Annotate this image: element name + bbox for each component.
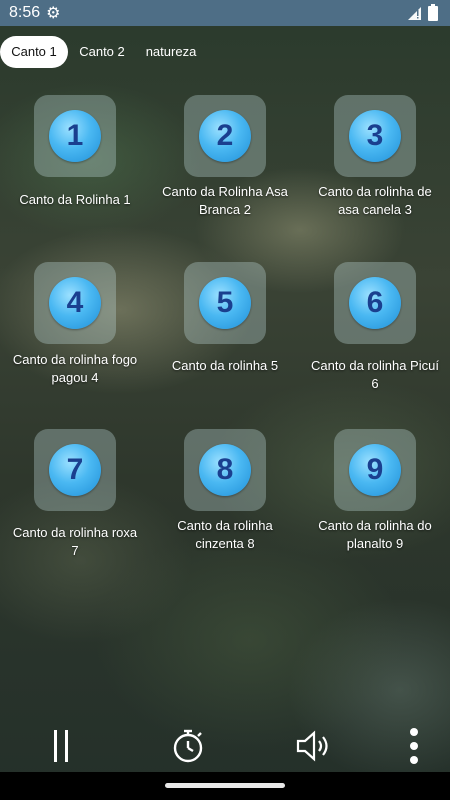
system-nav-bar <box>0 772 450 800</box>
volume-icon <box>296 730 328 762</box>
sound-tile[interactable]: 8 <box>184 429 266 511</box>
volume-button[interactable] <box>288 720 340 772</box>
timer-icon <box>173 729 203 763</box>
sound-label: Canto da rolinha de asa canela 3 <box>318 184 432 217</box>
sound-label: Canto da Rolinha 1 <box>19 192 131 207</box>
sound-item-7[interactable]: 7 Canto da rolinha roxa 7 <box>0 429 150 579</box>
sound-item-6[interactable]: 6 Canto da rolinha Picuí 6 <box>300 262 450 412</box>
playback-controls <box>0 720 450 772</box>
sound-item-1[interactable]: 1 Canto da Rolinha 1 <box>0 95 150 245</box>
sound-grid: 1 Canto da Rolinha 1 2 Canto da Rolinha … <box>0 0 450 720</box>
sound-tile[interactable]: 9 <box>334 429 416 511</box>
number-badge: 3 <box>349 110 401 162</box>
sound-label: Canto da rolinha do planalto 9 <box>318 518 432 551</box>
number-badge: 2 <box>199 110 251 162</box>
sound-tile[interactable]: 2 <box>184 95 266 177</box>
sound-tile[interactable]: 7 <box>34 429 116 511</box>
number-badge: 7 <box>49 444 101 496</box>
sound-tile[interactable]: 1 <box>34 95 116 177</box>
sound-item-2[interactable]: 2 Canto da Rolinha Asa Branca 2 <box>150 95 300 245</box>
sound-label: Canto da rolinha 5 <box>171 358 279 373</box>
sound-tile[interactable]: 3 <box>334 95 416 177</box>
home-gesture-pill[interactable] <box>165 783 285 788</box>
number-badge: 9 <box>349 444 401 496</box>
sound-item-4[interactable]: 4 Canto da rolinha fogo pagou 4 <box>0 262 150 412</box>
sound-item-9[interactable]: 9 Canto da rolinha do planalto 9 <box>300 429 450 579</box>
sound-label: Canto da rolinha roxa 7 <box>12 525 138 558</box>
timer-button[interactable] <box>162 720 214 772</box>
more-vertical-icon <box>410 728 418 764</box>
sound-label: Canto da rolinha Picuí 6 <box>311 358 439 391</box>
sound-tile[interactable]: 5 <box>184 262 266 344</box>
number-badge: 8 <box>199 444 251 496</box>
sound-item-3[interactable]: 3 Canto da rolinha de asa canela 3 <box>300 95 450 245</box>
more-options-button[interactable] <box>388 720 440 772</box>
pause-icon <box>54 730 68 762</box>
sound-item-5[interactable]: 5 Canto da rolinha 5 <box>150 262 300 412</box>
sound-label: Canto da Rolinha Asa Branca 2 <box>162 184 288 217</box>
number-badge: 4 <box>49 277 101 329</box>
sound-label: Canto da rolinha cinzenta 8 <box>177 518 273 551</box>
number-badge: 6 <box>349 277 401 329</box>
pause-button[interactable] <box>36 720 88 772</box>
sound-label: Canto da rolinha fogo pagou 4 <box>12 352 138 385</box>
number-badge: 1 <box>49 110 101 162</box>
sound-tile[interactable]: 6 <box>334 262 416 344</box>
sound-item-8[interactable]: 8 Canto da rolinha cinzenta 8 <box>150 429 300 579</box>
number-badge: 5 <box>199 277 251 329</box>
sound-tile[interactable]: 4 <box>34 262 116 344</box>
